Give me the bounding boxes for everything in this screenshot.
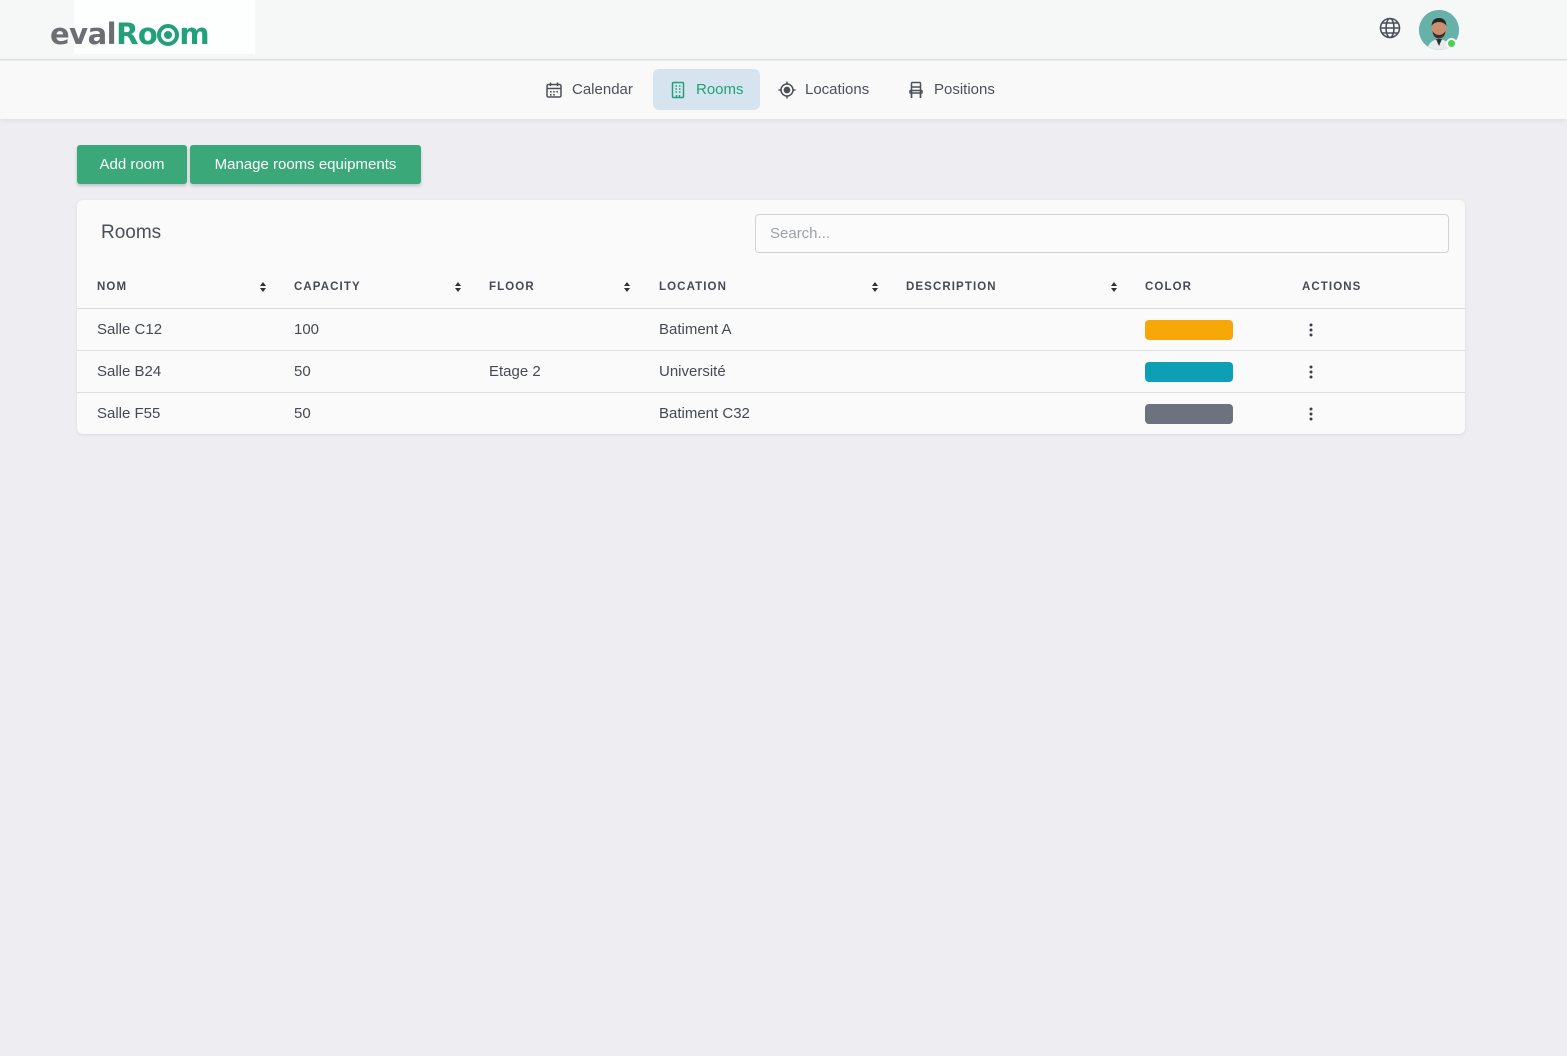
nav-item-locations[interactable]: Locations xyxy=(762,69,885,110)
cell-capacity: 50 xyxy=(294,363,311,380)
sort-icon[interactable] xyxy=(623,281,631,293)
sort-icon[interactable] xyxy=(1110,281,1118,293)
crosshair-icon xyxy=(778,81,796,98)
sort-icon[interactable] xyxy=(454,281,462,293)
add-room-button[interactable]: Add room xyxy=(77,145,187,184)
cell-location: Batiment A xyxy=(659,321,732,338)
calendar-icon xyxy=(546,82,562,98)
logo-text-room: Ro xyxy=(116,17,158,51)
eye-icon xyxy=(157,24,180,46)
more-actions-icon[interactable] xyxy=(1308,322,1314,338)
cell-capacity: 50 xyxy=(294,405,311,422)
cell-location: Université xyxy=(659,363,726,380)
globe-icon[interactable] xyxy=(1378,16,1402,40)
column-header-description[interactable]: Description xyxy=(906,281,997,293)
logo-text-m: m xyxy=(179,17,210,51)
sort-icon[interactable] xyxy=(259,281,267,293)
cell-nom: Salle F55 xyxy=(97,405,161,422)
user-avatar[interactable] xyxy=(1419,10,1459,50)
cell-nom: Salle C12 xyxy=(97,321,163,338)
table-row[interactable]: Salle C12 100 Batiment A xyxy=(77,309,1465,351)
building-icon xyxy=(671,81,685,98)
main-navigation: Calendar Rooms Locations Positions xyxy=(0,61,1567,119)
sort-icon[interactable] xyxy=(871,281,879,293)
rooms-card: Rooms Nom Capacity Floor Location Descri… xyxy=(77,200,1465,434)
column-header-capacity[interactable]: Capacity xyxy=(294,281,361,293)
nav-item-positions[interactable]: Positions xyxy=(891,69,1011,110)
column-header-nom[interactable]: Nom xyxy=(97,281,127,293)
app-logo[interactable]: evalRo m xyxy=(50,14,210,54)
more-actions-icon[interactable] xyxy=(1308,364,1314,380)
top-header: evalRo m xyxy=(0,0,1567,60)
table-row[interactable]: Salle F55 50 Batiment C32 xyxy=(77,393,1465,435)
color-swatch xyxy=(1145,320,1233,340)
column-header-actions: Actions xyxy=(1302,281,1362,293)
column-header-floor[interactable]: Floor xyxy=(489,281,535,293)
nav-item-calendar[interactable]: Calendar xyxy=(529,69,649,110)
nav-label-rooms: Rooms xyxy=(696,81,744,98)
column-header-color: Color xyxy=(1145,281,1193,293)
cell-floor: Etage 2 xyxy=(489,363,541,380)
logo-text-eval: eval xyxy=(50,17,117,51)
nav-label-positions: Positions xyxy=(934,81,995,98)
card-title: Rooms xyxy=(101,222,162,243)
cell-location: Batiment C32 xyxy=(659,405,750,422)
manage-equipments-button[interactable]: Manage rooms equipments xyxy=(190,145,421,184)
search-input[interactable] xyxy=(755,214,1449,253)
online-status-dot xyxy=(1446,38,1457,49)
cell-capacity: 100 xyxy=(294,321,320,338)
nav-label-locations: Locations xyxy=(805,81,870,98)
more-actions-icon[interactable] xyxy=(1308,406,1314,422)
column-header-location[interactable]: Location xyxy=(659,281,727,293)
cell-nom: Salle B24 xyxy=(97,363,162,380)
chair-icon xyxy=(909,81,923,98)
table-row[interactable]: Salle B24 50 Etage 2 Université xyxy=(77,351,1465,393)
color-swatch xyxy=(1145,362,1233,382)
nav-label-calendar: Calendar xyxy=(572,81,633,98)
color-swatch xyxy=(1145,404,1233,424)
nav-item-rooms[interactable]: Rooms xyxy=(653,69,760,110)
